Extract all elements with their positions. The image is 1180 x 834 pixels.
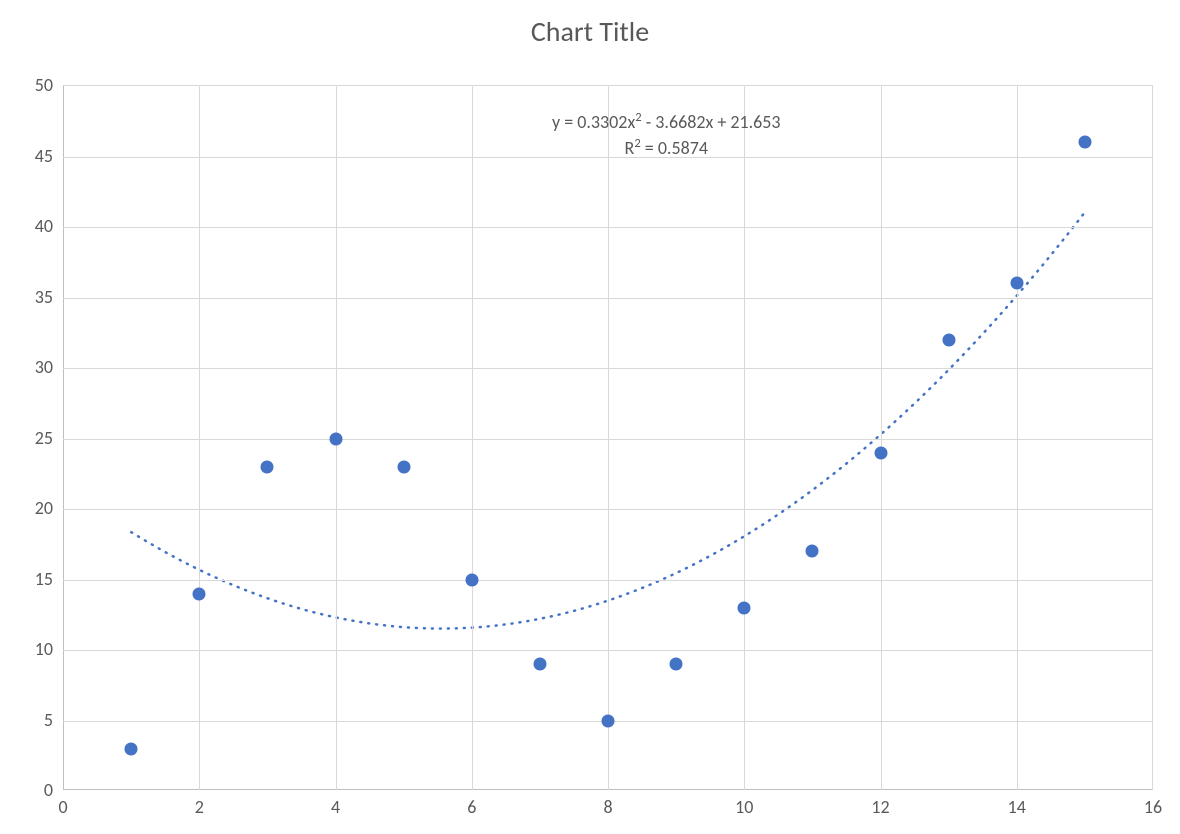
x-tick-label: 4	[316, 796, 356, 818]
data-point	[261, 460, 274, 473]
y-tick-label: 20	[0, 497, 53, 519]
plot-area	[63, 85, 1153, 790]
y-tick-label: 40	[0, 215, 53, 237]
chart-title: Chart Title	[0, 14, 1180, 49]
x-tick-label: 6	[452, 796, 492, 818]
y-tick-label: 50	[0, 74, 53, 96]
y-tick-label: 25	[0, 427, 53, 449]
data-point	[1078, 136, 1091, 149]
data-point	[942, 333, 955, 346]
chart-container: Chart Title y = 0.3302x2 - 3.6682x + 21.…	[0, 0, 1180, 834]
y-tick-label: 0	[0, 779, 53, 801]
x-tick-label: 16	[1133, 796, 1173, 818]
data-point	[329, 432, 342, 445]
x-tick-label: 8	[588, 796, 628, 818]
x-tick-label: 2	[179, 796, 219, 818]
data-point	[806, 545, 819, 558]
data-point	[533, 658, 546, 671]
data-point	[397, 460, 410, 473]
r-squared-line: R2 = 0.5874	[552, 135, 781, 161]
x-tick-label: 10	[724, 796, 764, 818]
gridline-horizontal	[63, 227, 1152, 228]
gridline-horizontal	[63, 509, 1152, 510]
gridline-horizontal	[63, 368, 1152, 369]
data-point	[874, 446, 887, 459]
data-point	[125, 742, 138, 755]
gridline-horizontal	[63, 298, 1152, 299]
data-point	[465, 573, 478, 586]
gridline-horizontal	[63, 439, 1152, 440]
x-tick-label: 12	[861, 796, 901, 818]
x-tick-label: 14	[997, 796, 1037, 818]
data-point	[738, 601, 751, 614]
y-tick-label: 45	[0, 145, 53, 167]
y-tick-label: 5	[0, 709, 53, 731]
y-tick-label: 30	[0, 356, 53, 378]
data-point	[1010, 277, 1023, 290]
y-tick-label: 10	[0, 638, 53, 660]
trendline-equation: y = 0.3302x2 - 3.6682x + 21.653 R2 = 0.5…	[552, 109, 781, 161]
data-point	[602, 714, 615, 727]
gridline-horizontal	[63, 580, 1152, 581]
data-point	[193, 587, 206, 600]
gridline-horizontal	[63, 650, 1152, 651]
data-point	[670, 658, 683, 671]
y-tick-label: 35	[0, 286, 53, 308]
equation-line: y = 0.3302x2 - 3.6682x + 21.653	[552, 109, 781, 135]
y-tick-label: 15	[0, 568, 53, 590]
